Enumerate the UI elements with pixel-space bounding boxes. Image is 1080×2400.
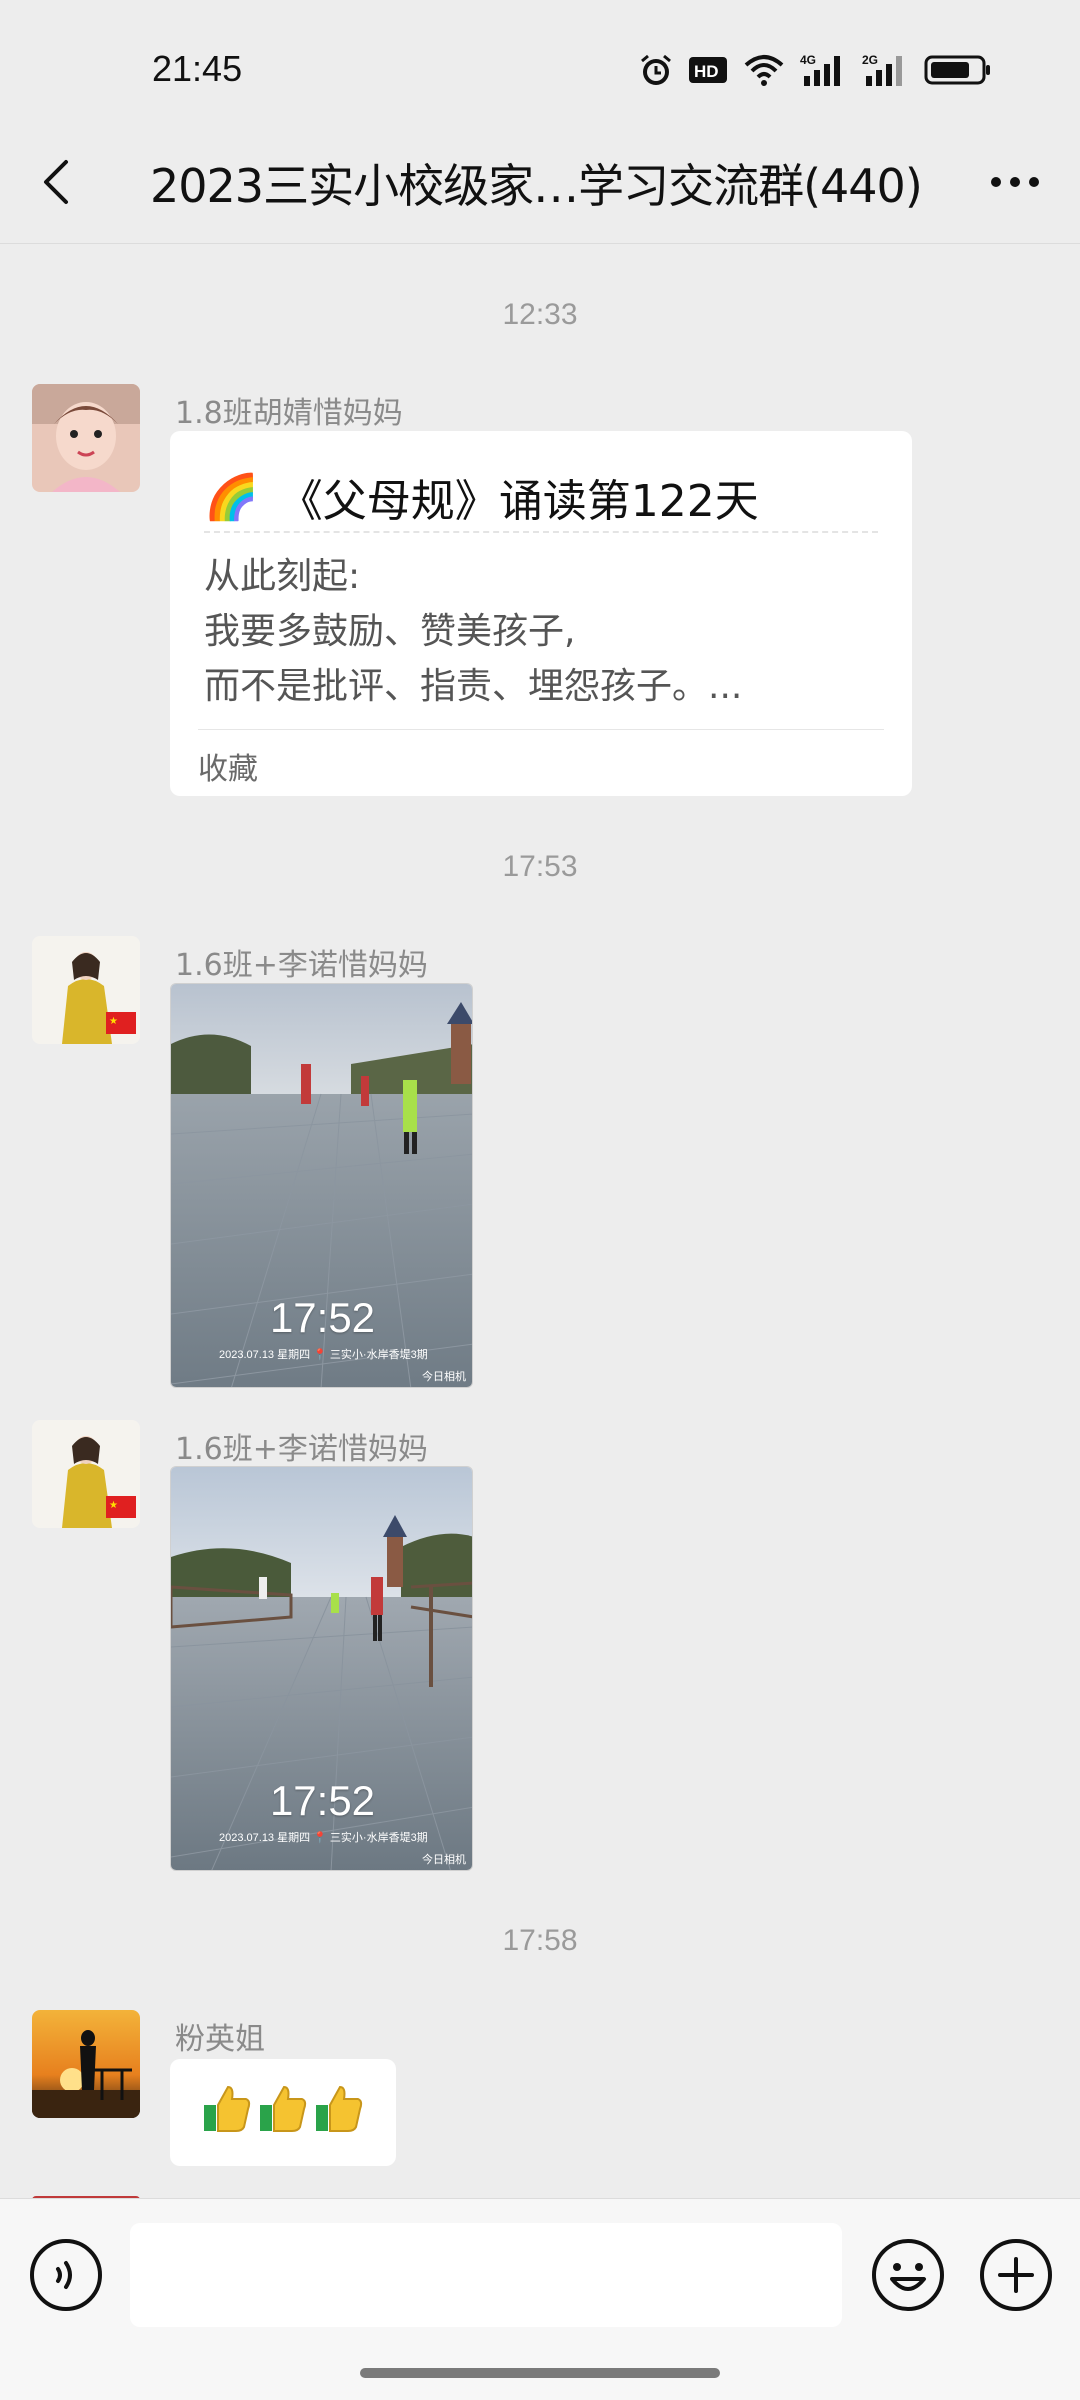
sender-name: 1.6班+李诺惜妈妈 (175, 1432, 428, 1467)
message-input[interactable] (130, 2223, 842, 2327)
photo-message[interactable]: 17:52 2023.07.13 星期四 📍 三实小·水岸香堤3期 今日相机 (170, 1466, 473, 1871)
card-line: 从此刻起: (204, 556, 361, 597)
divider (198, 729, 884, 730)
camera-watermark: 今日相机 (422, 1854, 466, 1866)
svg-text:★: ★ (109, 1016, 118, 1027)
hd-icon: HD (688, 54, 728, 86)
thumbs-up-icon (204, 2085, 251, 2132)
status-time: 21:45 (152, 48, 243, 89)
photo-location: 2023.07.13 星期四 📍 三实小·水岸香堤3期 (219, 1832, 428, 1844)
chat-title: 2023三实小校级家…学习交流群(440) (150, 159, 923, 213)
photo-location: 2023.07.13 星期四 📍 三实小·水岸香堤3期 (219, 1349, 428, 1361)
emoji-message[interactable] (170, 2059, 396, 2166)
card-title-text: 《父母规》诵读第122天 (278, 476, 759, 527)
divider (204, 531, 878, 533)
emoji-group (202, 2083, 364, 2133)
avatar[interactable] (32, 2010, 140, 2118)
avatar[interactable] (32, 384, 140, 492)
status-bar: 21:45 HD 4G 2G (0, 0, 1080, 140)
chevron-left-icon (44, 160, 68, 204)
rainbow-icon: 🌈 (204, 472, 259, 523)
photo-timestamp: 17:52 (269, 1294, 376, 1341)
sender-name: 1.6班+李诺惜妈妈 (175, 948, 428, 983)
thumbs-up-icon (260, 2085, 307, 2132)
wifi-icon (742, 53, 786, 87)
home-indicator (360, 2368, 720, 2378)
avatar[interactable]: ★ (32, 936, 140, 1044)
avatar[interactable]: ★ (32, 1420, 140, 1528)
camera-watermark: 今日相机 (422, 1371, 466, 1383)
svg-text:4G: 4G (800, 53, 816, 67)
card-title: 🌈 《父母规》诵读第122天 (204, 465, 759, 529)
svg-text:2G: 2G (862, 53, 878, 67)
sender-name: 粉英姐 (175, 2022, 265, 2057)
sender-name: 1.8班胡婧惜妈妈 (175, 396, 403, 431)
svg-text:HD: HD (694, 62, 719, 81)
signal-4g-icon: 4G (800, 52, 848, 88)
chat-header: 2023三实小校级家…学习交流群(440) (0, 120, 1080, 244)
emoji-button[interactable] (870, 2237, 946, 2313)
card-footer-label: 收藏 (198, 752, 258, 787)
more-functions-button[interactable] (978, 2237, 1054, 2313)
card-line: 我要多鼓励、赞美孩子, (204, 611, 576, 652)
time-separator: 17:53 (502, 850, 578, 883)
status-icons: HD 4G 2G (638, 50, 992, 90)
thumbs-up-icon (316, 2085, 363, 2132)
time-separator: 12:33 (502, 298, 578, 331)
svg-text:★: ★ (109, 1500, 118, 1511)
more-button[interactable] (980, 150, 1050, 214)
emoji-icon (872, 2239, 944, 2311)
card-body: 从此刻起: 我要多鼓励、赞美孩子, 而不是批评、指责、埋怨孩子。... (204, 549, 742, 714)
voice-icon (30, 2239, 102, 2311)
signal-2g-icon: 2G (862, 52, 910, 88)
alarm-icon (638, 52, 674, 88)
card-line: 而不是批评、指责、埋怨孩子。... (204, 666, 743, 707)
battery-icon (924, 53, 992, 87)
photo-timestamp: 17:52 (269, 1777, 376, 1824)
more-dots-icon (991, 177, 1039, 187)
time-separator: 17:58 (502, 1924, 578, 1957)
back-button[interactable] (30, 150, 90, 214)
voice-button[interactable] (28, 2237, 104, 2313)
plus-icon (980, 2239, 1052, 2311)
photo-message[interactable]: 17:52 2023.07.13 星期四 📍 三实小·水岸香堤3期 今日相机 (170, 983, 473, 1388)
favorite-card-message[interactable]: 🌈 《父母规》诵读第122天 从此刻起: 我要多鼓励、赞美孩子, 而不是批评、指… (170, 431, 912, 796)
